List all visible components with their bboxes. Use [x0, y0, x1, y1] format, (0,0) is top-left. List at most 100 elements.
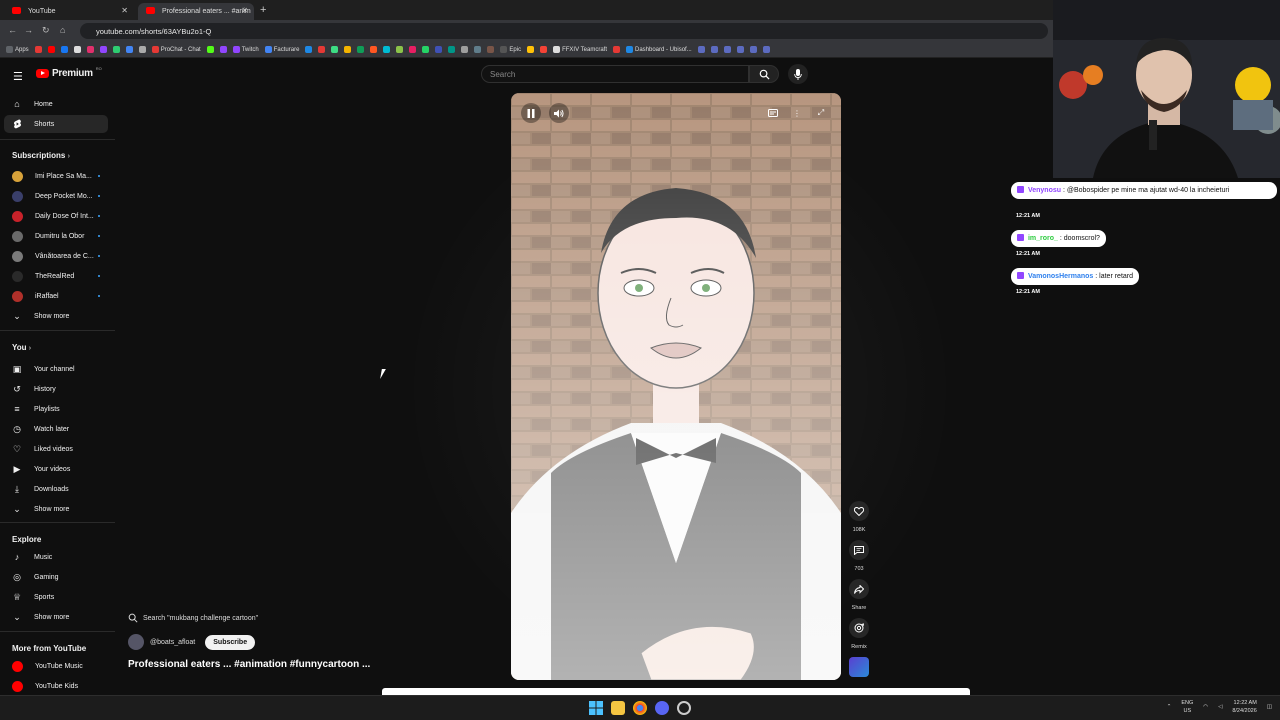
bookmark-icon[interactable] — [409, 46, 417, 53]
bookmark-icon[interactable] — [540, 46, 548, 53]
sidebar-item-subscription[interactable]: TheRealRed — [4, 267, 108, 285]
bookmark-icon[interactable] — [138, 46, 146, 53]
fullscreen-button[interactable]: ⤢ — [811, 103, 831, 123]
bookmark-icon[interactable] — [487, 46, 495, 53]
back-icon[interactable]: ← — [8, 25, 17, 35]
shorts-video-player[interactable]: ⋮ ⤢ — [511, 93, 841, 680]
sidebar-item-sports[interactable]: ♕ Sports — [4, 588, 108, 606]
bookmark-icon[interactable] — [474, 46, 482, 53]
bookmark-ffxiv[interactable]: FFXIV Teamcraft — [553, 46, 607, 53]
bookmark-icon[interactable] — [73, 46, 81, 53]
sidebar-item-youtube-music[interactable]: YouTube Music — [4, 657, 108, 675]
audio-thumbnail[interactable] — [849, 657, 869, 677]
sidebar-item-downloads[interactable]: ⤓ Downloads — [4, 480, 108, 498]
video-title[interactable]: Professional eaters ... #animation #funn… — [128, 659, 370, 670]
bookmark-icon[interactable] — [461, 46, 469, 53]
show-more-subscriptions-button[interactable]: ⌄ Show more — [4, 307, 108, 325]
language-indicator[interactable]: ENG US — [1181, 700, 1193, 715]
bookmark-apps[interactable]: Apps — [6, 46, 29, 53]
sidebar-item-subscription[interactable]: iRaffael — [4, 287, 108, 305]
sidebar-item-your-videos[interactable]: ▶ Your videos — [4, 460, 108, 478]
tab-youtube[interactable]: YouTube ✕ — [4, 3, 134, 20]
notification-icon[interactable]: ◫ — [1267, 704, 1272, 712]
sidebar-item-music[interactable]: ♪ Music — [4, 548, 108, 566]
bookmark-icon[interactable] — [112, 46, 120, 53]
bookmark-icon[interactable] — [206, 46, 214, 53]
sidebar-item-playlists[interactable]: ≡ Playlists — [4, 400, 108, 418]
bookmark-prochat[interactable]: ProChat - Chat — [151, 46, 201, 53]
bookmark-icon[interactable] — [383, 46, 391, 53]
pause-button[interactable] — [521, 103, 541, 123]
address-bar[interactable]: youtube.com/shorts/63AYBu2o1-Q — [80, 23, 1048, 39]
show-more-explore-button[interactable]: ⌄ Show more — [4, 608, 108, 626]
bookmark-icon[interactable] — [527, 46, 535, 53]
sidebar-item-subscription[interactable]: Deep Pocket Mo... — [4, 187, 108, 205]
app-icon[interactable] — [677, 701, 691, 715]
tray-chevron-icon[interactable]: ⌃ — [1167, 704, 1172, 712]
more-options-button[interactable]: ⋮ — [787, 103, 807, 123]
discord-icon[interactable] — [655, 701, 669, 715]
sidebar-item-your-channel[interactable]: ▣ Your channel — [4, 360, 108, 378]
sidebar-item-subscription[interactable]: Vânătoarea de C... — [4, 247, 108, 265]
subscribe-button[interactable]: Subscribe — [205, 634, 256, 650]
sidebar-item-watch-later[interactable]: ◷ Watch later — [4, 420, 108, 438]
tab-professional-eaters[interactable]: Professional eaters ... #anim ✕ — [138, 3, 254, 20]
channel-name[interactable]: @boats_afloat — [150, 639, 195, 646]
chrome-icon[interactable] — [633, 701, 647, 715]
sidebar-item-subscription[interactable]: Imi Place Sa Ma... — [4, 167, 108, 185]
bookmark-twitch[interactable]: Twitch — [232, 46, 259, 53]
reload-icon[interactable]: ↻ — [42, 25, 50, 36]
show-more-you-button[interactable]: ⌄ Show more — [4, 500, 108, 518]
bookmark-icon[interactable] — [344, 46, 352, 53]
youtube-premium-logo[interactable]: Premium RO — [36, 66, 102, 79]
clock[interactable]: 12:22 AM 8/24/2026 — [1232, 700, 1256, 715]
bookmark-icon[interactable] — [99, 46, 107, 53]
bookmark-icon[interactable] — [435, 46, 443, 53]
bookmark-ubisoft[interactable]: Dashboard - Ubisof... — [626, 46, 692, 53]
bookmark-icon[interactable] — [749, 46, 757, 53]
bookmark-icon[interactable] — [47, 46, 55, 53]
file-explorer-icon[interactable] — [611, 701, 625, 715]
sidebar-item-history[interactable]: ↺ History — [4, 380, 108, 398]
sidebar-item-home[interactable]: ⌂ Home — [4, 95, 108, 113]
like-button[interactable] — [849, 501, 869, 521]
bookmark-epic[interactable]: Epic — [500, 46, 521, 53]
captions-button[interactable] — [763, 103, 783, 123]
sidebar-item-subscription[interactable]: Dumitru la Obor — [4, 227, 108, 245]
bookmark-icon[interactable] — [422, 46, 430, 53]
bookmark-icon[interactable] — [60, 46, 68, 53]
remix-button[interactable] — [849, 618, 869, 638]
speaker-icon[interactable]: ◁ — [1218, 704, 1222, 712]
bookmark-icon[interactable] — [34, 46, 42, 53]
sidebar-item-subscription[interactable]: Daily Dose Of Int... — [4, 207, 108, 225]
bookmark-icon[interactable] — [723, 46, 731, 53]
bookmark-icon[interactable] — [613, 46, 620, 53]
bookmark-icon[interactable] — [331, 46, 339, 53]
new-tab-button[interactable]: + — [260, 4, 266, 16]
windows-start-icon[interactable] — [589, 701, 603, 715]
bookmark-icon[interactable] — [219, 46, 227, 53]
share-button[interactable] — [849, 579, 869, 599]
bookmark-icon[interactable] — [736, 46, 744, 53]
forward-icon[interactable]: → — [24, 25, 33, 35]
bookmark-icon[interactable] — [86, 46, 94, 53]
subscriptions-header[interactable]: Subscriptions › — [12, 151, 70, 160]
bookmark-icon[interactable] — [396, 46, 404, 53]
bookmark-icon[interactable] — [305, 46, 313, 53]
menu-icon[interactable]: ☰ — [13, 70, 23, 83]
home-browser-icon[interactable]: ⌂ — [60, 25, 65, 35]
bookmark-icon[interactable] — [710, 46, 718, 53]
bookmark-facturare[interactable]: Facturare — [264, 46, 299, 53]
related-search-chip[interactable]: Search "mukbang challenge cartoon" — [128, 613, 258, 623]
sidebar-item-liked-videos[interactable]: ♡ Liked videos — [4, 440, 108, 458]
comments-button[interactable] — [849, 540, 869, 560]
sidebar-item-shorts[interactable]: Shorts — [4, 115, 108, 133]
bookmark-icon[interactable] — [762, 46, 770, 53]
close-tab-icon[interactable]: ✕ — [121, 6, 128, 15]
close-tab-icon[interactable]: ✕ — [241, 6, 248, 15]
sidebar-item-gaming[interactable]: ◎ Gaming — [4, 568, 108, 586]
sidebar-item-youtube-kids[interactable]: YouTube Kids — [4, 677, 108, 695]
bookmark-icon[interactable] — [370, 46, 378, 53]
bookmark-icon[interactable] — [697, 46, 705, 53]
channel-avatar[interactable] — [128, 634, 144, 650]
